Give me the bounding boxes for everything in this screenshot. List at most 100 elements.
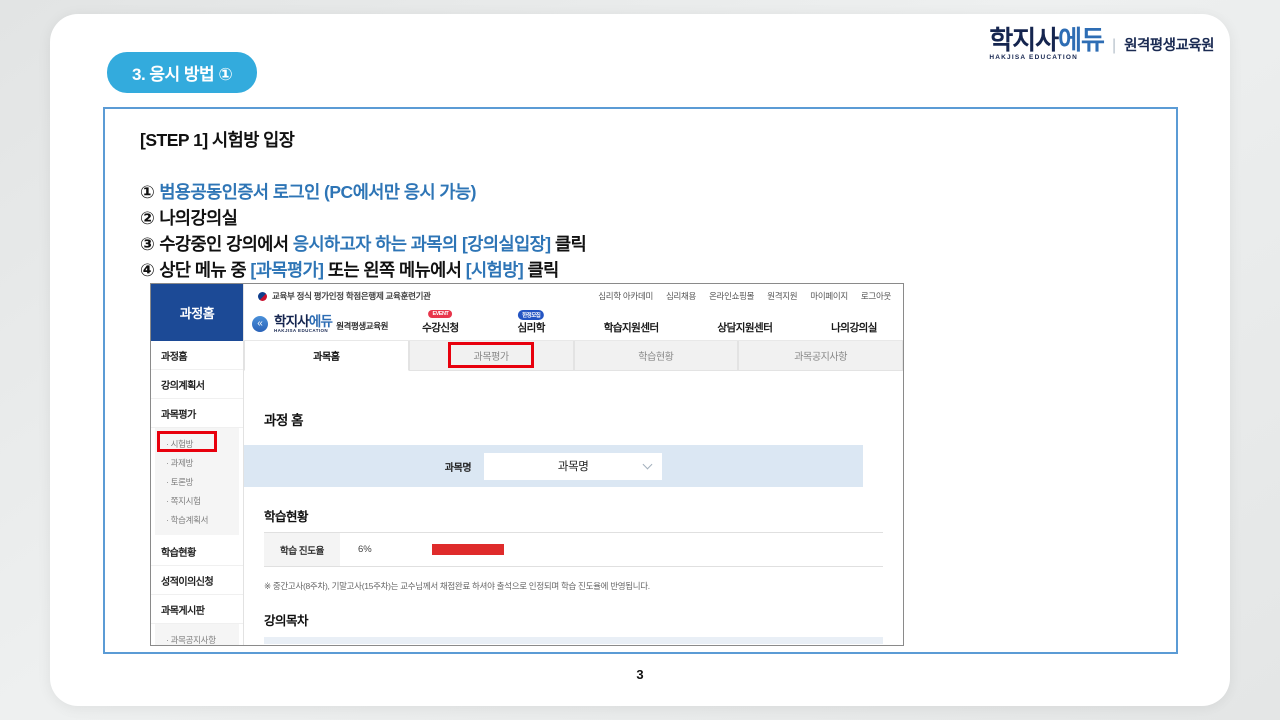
toc-header-band	[264, 637, 883, 644]
step-text-highlight: 응시하고자 하는 과목의 [강의실입장]	[293, 234, 551, 254]
step-text: 범용공동인증서 로그인 (PC에서만 응시 가능)	[159, 182, 476, 202]
step-number: ④	[140, 260, 154, 280]
sidebar-item-syllabus[interactable]: 강의계획서	[151, 370, 243, 399]
step-number: ③	[140, 234, 154, 254]
step-text: 수강중인 강의에서	[159, 234, 293, 254]
nav-item-my-classroom[interactable]: 나의강의실	[831, 314, 877, 335]
logo-wordmark: 학지사에듀 HAKJISA EDUCATION	[989, 28, 1104, 61]
subject-filter-band: 과목명 과목명	[244, 445, 863, 487]
step-title: [STEP 1] 시험방 입장	[140, 127, 294, 152]
nav-item-psychology[interactable]: 한정모집 심리학	[517, 314, 544, 335]
step-item-3: ③수강중인 강의에서 응시하고자 하는 과목의 [강의실입장] 클릭	[140, 231, 586, 257]
nav-menu: EVENT 수강신청 한정모집 심리학 학습지원센터 상담지원센터	[416, 314, 891, 335]
sidebar-subitem-notice[interactable]: 과목공지사항	[162, 630, 232, 646]
learning-status-heading: 학습현황	[264, 506, 883, 525]
subitem-label: 쪽지시험	[171, 496, 201, 506]
step-text-highlight: [과목평가]	[250, 260, 323, 280]
nav-item-counseling-support[interactable]: 상담지원센터	[717, 314, 772, 335]
step-text-highlight: [시험방]	[466, 260, 523, 280]
sidebar-item-grade-objection[interactable]: 성적이의신청	[151, 566, 243, 595]
logo-text-hakjisa: 학지사	[989, 25, 1058, 55]
event-badge: EVENT	[428, 310, 452, 318]
section-badge: 3. 응시 방법 ①	[107, 52, 257, 93]
nav-item-label: 학습지원센터	[604, 322, 659, 334]
utility-link-mypage[interactable]: 마이페이지	[810, 290, 848, 302]
utility-bar: 교육부 정식 평가인정 학점은행제 교육훈련기관 심리학 아카데미 심리채용 온…	[244, 284, 903, 308]
korea-gov-emblem-icon	[258, 292, 267, 301]
subitem-label: 과목공지사항	[171, 635, 216, 645]
nav-item-label: 심리학	[517, 322, 544, 334]
subject-name-select[interactable]: 과목명	[484, 453, 662, 480]
subitem-label: 학습계획서	[171, 515, 209, 525]
gov-certification-label: 교육부 정식 평가인정 학점은행제 교육훈련기관	[272, 290, 431, 302]
logo-suffix: 원격평생교육원	[1124, 34, 1214, 61]
sidebar-item-subject-eval[interactable]: 과목평가	[151, 399, 243, 428]
red-highlight-frame	[157, 431, 217, 452]
utility-links: 심리학 아카데미 심리채용 온라인쇼핑몰 원격지원 마이페이지 로그아웃	[598, 290, 891, 302]
website-screenshot: 과정홈 과정홈 강의계획서 과목평가 시험방 과제방 토론방 쪽지시험 학습계획…	[150, 283, 904, 646]
nav-item-label: 나의강의실	[831, 322, 877, 334]
utility-link-online-shop[interactable]: 온라인쇼핑몰	[709, 290, 754, 302]
logo-text-edu: 에듀	[1058, 25, 1104, 55]
red-highlight-frame	[448, 342, 534, 368]
sidebar-item-learning-status[interactable]: 학습현황	[151, 537, 243, 566]
tab-subject-notice[interactable]: 과목공지사항	[738, 341, 903, 371]
logo-subtitle: HAKJISA EDUCATION	[989, 54, 1104, 61]
psychology-badge: 한정모집	[518, 310, 544, 320]
nav-logo-subtitle: HAKJISA EDUCATION	[274, 328, 332, 333]
main-nav-bar: « 학지사에듀 HAKJISA EDUCATION 원격평생교육원 EVENT …	[244, 308, 903, 341]
sidebar-subitem-discussion-room[interactable]: 토론방	[162, 472, 232, 491]
course-home-content: 과정 홈 과목명 과목명 학습현황 학습 진도율 6%	[244, 371, 903, 645]
selected-subject: 과목명	[558, 458, 589, 474]
sidebar-eval-subgroup: 시험방 과제방 토론방 쪽지시험 학습계획서	[155, 428, 239, 535]
slide-card: 학지사에듀 HAKJISA EDUCATION | 원격평생교육원 3. 응시 …	[50, 14, 1230, 706]
page-number: 3	[50, 667, 1230, 682]
sidebar-item-subject-board[interactable]: 과목게시판	[151, 595, 243, 624]
progress-row: 학습 진도율 6%	[264, 532, 883, 567]
screenshot-main-area: 교육부 정식 평가인정 학점은행제 교육훈련기관 심리학 아카데미 심리채용 온…	[244, 284, 903, 645]
step-item-1: ①범용공동인증서 로그인 (PC에서만 응시 가능)	[140, 179, 586, 205]
nav-logo-suffix: 원격평생교육원	[336, 320, 388, 333]
utility-link-psych-jobs[interactable]: 심리채용	[666, 290, 696, 302]
step-item-2: ②나의강의실	[140, 205, 586, 231]
content-box: [STEP 1] 시험방 입장 ①범용공동인증서 로그인 (PC에서만 응시 가…	[103, 107, 1178, 654]
sidebar-subitem-assignment-room[interactable]: 과제방	[162, 453, 232, 472]
step-text: 클릭	[551, 234, 587, 254]
course-home-heading: 과정 홈	[264, 409, 883, 429]
back-chevrons-icon[interactable]: «	[252, 316, 268, 332]
sidebar-subitem-quiz[interactable]: 쪽지시험	[162, 491, 232, 510]
progress-value: 6%	[358, 544, 372, 555]
sidebar-item-course-home[interactable]: 과정홈	[151, 341, 243, 370]
tab-learning-status[interactable]: 학습현황	[574, 341, 739, 371]
logo-divider: |	[1112, 37, 1116, 61]
sidebar-board-subgroup: 과목공지사항 과목자료실 과정1:1문의 강의설문 콘텐츠 오류신고	[155, 624, 239, 646]
chevron-down-icon	[643, 459, 653, 469]
utility-link-remote-support[interactable]: 원격지원	[767, 290, 797, 302]
nav-item-enrollment[interactable]: EVENT 수강신청	[422, 314, 459, 335]
progress-label: 학습 진도율	[264, 533, 340, 566]
step-text: 클릭	[523, 260, 559, 280]
nav-hakjisa-logo[interactable]: 학지사에듀 HAKJISA EDUCATION 원격평생교육원	[274, 316, 388, 333]
exam-note: ※ 중간고사(8주차), 기말고사(15주차)는 교수님께서 채점완료 하셔야 …	[264, 580, 883, 592]
steps-list: ①범용공동인증서 로그인 (PC에서만 응시 가능) ②나의강의실 ③수강중인 …	[140, 179, 586, 283]
utility-link-psych-academy[interactable]: 심리학 아카데미	[598, 290, 653, 302]
nav-item-learning-support[interactable]: 학습지원센터	[604, 314, 659, 335]
step-text: 나의강의실	[159, 208, 237, 228]
nav-item-label: 상담지원센터	[717, 322, 772, 334]
course-sidebar: 과정홈 과정홈 강의계획서 과목평가 시험방 과제방 토론방 쪽지시험 학습계획…	[151, 284, 244, 645]
step-number: ①	[140, 182, 154, 202]
nav-logo-text: 학지사	[274, 314, 309, 329]
tab-subject-eval[interactable]: 과목평가	[409, 341, 574, 371]
course-tabs: 과목홈 과목평가 학습현황 과목공지사항	[244, 341, 903, 371]
step-item-4: ④상단 메뉴 중 [과목평가] 또는 왼쪽 메뉴에서 [시험방] 클릭	[140, 257, 586, 283]
subitem-label: 과제방	[171, 458, 194, 468]
progress-bar	[432, 544, 504, 555]
subitem-label: 토론방	[171, 477, 194, 487]
sidebar-header-course-home[interactable]: 과정홈	[151, 284, 243, 341]
sidebar-subitem-study-plan[interactable]: 학습계획서	[162, 510, 232, 529]
utility-link-logout[interactable]: 로그아웃	[861, 290, 891, 302]
lecture-toc-heading: 강의목차	[264, 610, 883, 629]
sidebar-subitem-exam-room[interactable]: 시험방	[162, 434, 232, 453]
subject-name-label: 과목명	[445, 459, 471, 474]
tab-subject-home[interactable]: 과목홈	[244, 341, 409, 371]
